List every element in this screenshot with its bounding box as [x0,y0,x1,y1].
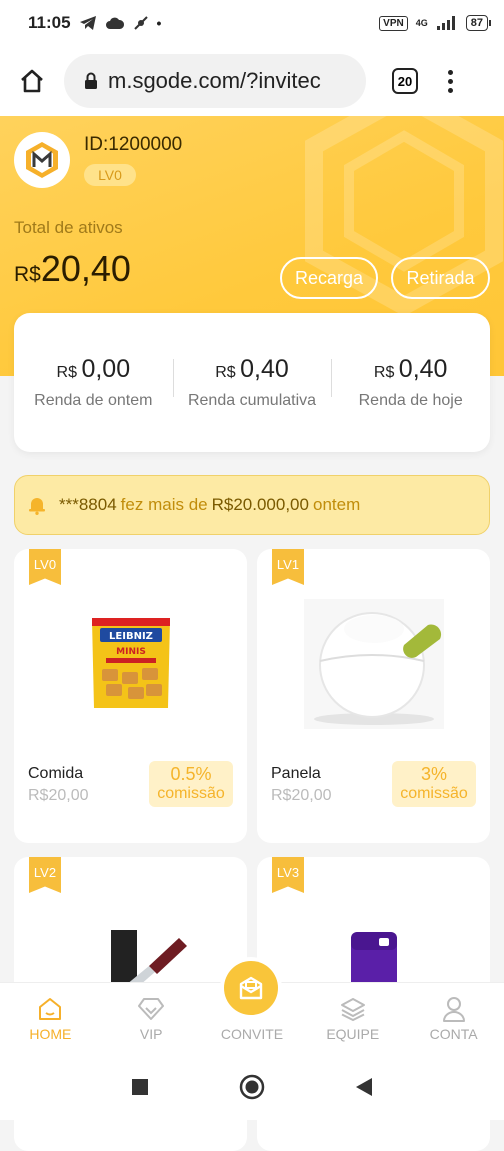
browser-toolbar: m.sgode.com/?invitec 20 [0,46,504,116]
notice-banner[interactable]: ***8804 fez mais de R$20.000,00 ontem [14,475,490,535]
status-bar: 11:05 • VPN 4G 87 [0,0,504,46]
assets-amount: 20,40 [40,248,131,289]
level-tag: LV2 [29,857,61,893]
tabs-button[interactable]: 20 [392,68,418,94]
back-icon[interactable] [355,1077,373,1097]
system-navigation [0,1053,504,1120]
notice-text: fez mais de [120,495,208,514]
user-id: ID:1200000 [84,134,183,155]
commission-badge: 3% comissão [392,761,476,807]
assets-currency: R$ [14,263,41,286]
recents-icon[interactable] [131,1078,149,1096]
browser-home-button[interactable] [0,49,64,113]
hexagon-decoration [305,116,503,317]
user-icon [442,997,465,1022]
nav-label: CONTA [429,1026,478,1042]
svg-text:LEIBNIZ: LEIBNIZ [109,631,153,642]
dot-icon: • [156,15,162,31]
product-price: R$20,00 [28,787,89,804]
signal-icon [436,16,455,30]
commission-percent: 0.5% [170,764,212,784]
assets-value: R$20,40 [14,248,131,290]
logo-icon [26,142,58,178]
stat-cumulative: R$ 0,40 Renda cumulativa [172,355,332,410]
product-name: Comida [28,765,84,782]
diamond-icon [138,998,165,1020]
stat-currency: R$ [373,364,395,381]
stat-label: Renda cumulativa [187,392,317,409]
product-name: Panela [271,765,321,782]
address-bar[interactable]: m.sgode.com/?invitec [64,54,366,108]
product-price: R$20,00 [271,787,332,804]
stat-label: Renda de hoje [358,392,463,409]
stat-currency: R$ [56,364,77,381]
home-icon [21,69,43,93]
browser-menu-button[interactable] [448,69,453,93]
nav-team[interactable]: EQUIPE [302,983,403,1053]
stat-currency: R$ [215,364,236,381]
stat-value: 0,00 [81,355,131,383]
home-icon [39,998,62,1020]
stat-value: 0,40 [240,355,289,383]
telegram-icon [79,16,96,30]
bell-icon [29,498,45,515]
notice-tail: ontem [312,495,361,514]
stat-label: Renda de ontem [34,392,153,409]
nav-home[interactable]: HOME [0,983,101,1053]
notice-user: ***8804 [59,495,117,514]
home-circle-icon[interactable] [239,1074,265,1100]
satellite-icon [133,16,148,30]
invite-center-button[interactable] [224,961,278,1015]
layers-icon [340,998,365,1022]
product-card[interactable]: LV1 Panela R$20,00 3% comissão [257,549,490,843]
nav-label: HOME [29,1026,72,1042]
url-text: m.sgode.com/?invitec [108,68,321,93]
status-time: 11:05 [28,13,71,32]
product-image-biscuit: LEIBNIZ MINIS [54,589,207,739]
stat-today: R$ 0,40 Renda de hoje [331,355,490,410]
level-badge: LV0 [84,164,136,186]
commission-percent: 3% [420,764,447,784]
withdraw-button[interactable]: Retirada [391,257,490,299]
cloud-icon [105,17,124,29]
battery-indicator: 87 [465,15,492,31]
stat-yesterday: R$ 0,00 Renda de ontem [14,355,173,410]
level-tag: LV3 [272,857,304,893]
level-tag: LV1 [272,549,304,585]
lock-icon [85,72,97,89]
assets-label: Total de ativos [14,218,123,237]
avatar[interactable] [14,132,70,188]
vpn-badge: VPN [379,15,408,31]
nav-label: VIP [139,1026,163,1042]
income-stats-card: R$ 0,00 Renda de ontem R$ 0,40 Renda cum… [14,313,490,452]
nav-account[interactable]: CONTA [403,983,504,1053]
commission-label: comissão [157,785,225,802]
product-card[interactable]: LV0 LEIBNIZ MINIS Comida R$20,00 0.5% co… [14,549,247,843]
svg-text:MINIS: MINIS [116,647,146,657]
nav-label: EQUIPE [326,1026,380,1042]
commission-label: comissão [400,785,468,802]
nav-vip[interactable]: VIP [101,983,202,1053]
commission-badge: 0.5% comissão [149,761,233,807]
product-image-pot [297,589,450,739]
nav-label: CONVITE [220,1026,284,1042]
notice-amount: R$20.000,00 [211,495,309,514]
stat-value: 0,40 [398,355,448,383]
level-tag: LV0 [29,549,61,585]
recharge-button[interactable]: Recarga [280,257,378,299]
invite-icon [239,976,263,1000]
network-label: 4G [415,18,428,28]
